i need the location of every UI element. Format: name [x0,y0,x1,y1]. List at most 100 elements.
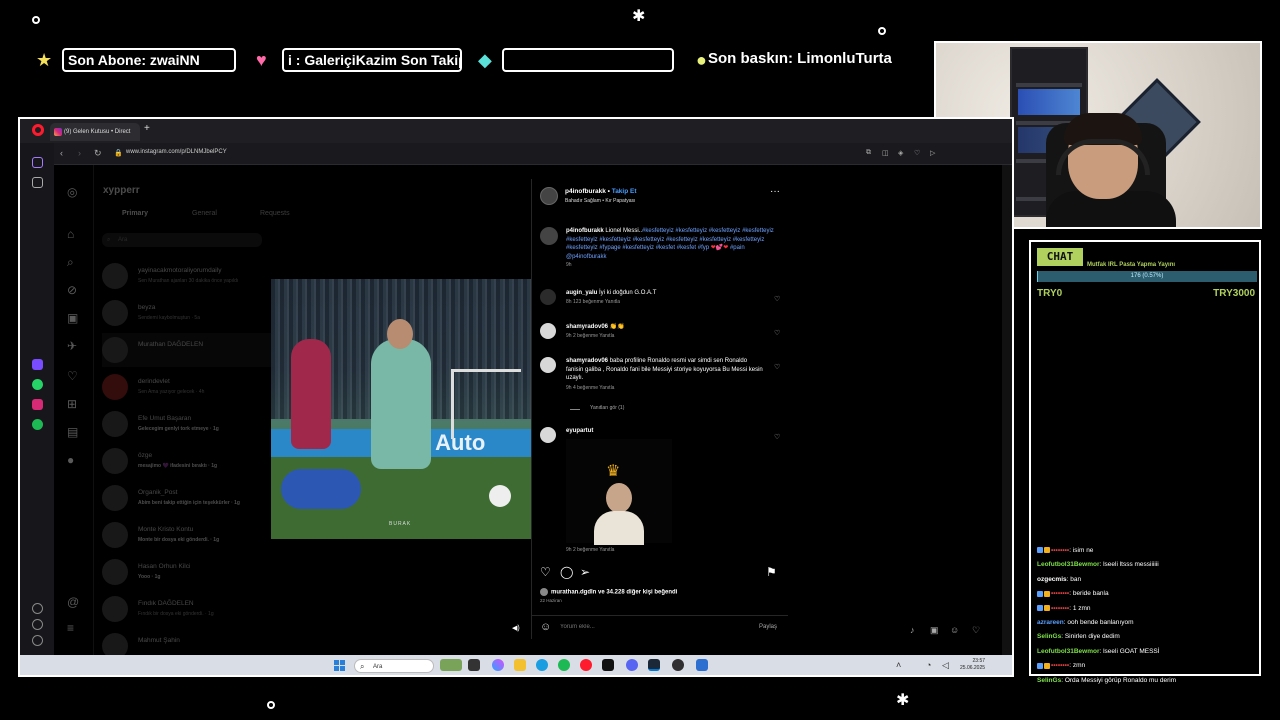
like-icon[interactable]: ♡ [774,433,780,441]
chat-message: ozgecmis: ban [1037,575,1082,583]
capcut-icon[interactable] [602,659,614,671]
captured-desktop: (9) Gelen Kutusu • Direct + ‹ › ↻ 🔒 www.… [18,117,1014,677]
bookmark-icon[interactable]: ⚑ [766,565,777,579]
goal-min: TRY0 [1037,288,1063,299]
mic-icon[interactable]: ♪ [910,625,915,635]
reload-icon[interactable]: ↻ [94,148,102,159]
football [489,485,511,507]
player-head [387,319,413,349]
star-icon: ★ [36,50,53,70]
like-icon[interactable]: ♡ [540,565,551,579]
chevron-up-icon[interactable]: ˄ [896,660,901,670]
star-icon[interactable] [32,177,43,188]
badge-icon [1044,662,1050,669]
like-icon[interactable]: ♡ [774,329,780,337]
file-explorer-icon[interactable] [514,659,526,671]
audio-track[interactable]: Bahadır Sağlam • Kır Papatyası [565,198,635,204]
avatar[interactable] [540,323,556,339]
new-tab-icon[interactable]: + [144,123,150,134]
image-icon[interactable]: ▣ [930,625,939,636]
fallen-player [281,469,361,509]
post-panel: p4inofburakk • Takip Et Bahadır Sağlam •… [531,179,788,639]
likes-count[interactable]: murathan.dgdln ve 34.228 diğer kişi beğe… [540,588,677,596]
taskbar-search[interactable]: ⌕ Ara [354,659,434,673]
heart-icon: ♥ [256,50,267,70]
like-icon[interactable]: ♡ [774,295,780,303]
opera-logo-icon[interactable] [32,124,44,136]
last-raid: Son baskın: LimonluTurta [708,50,892,67]
heart-icon[interactable]: ♡ [972,625,980,636]
windows-start-icon[interactable] [334,660,346,672]
chat-messages: ••••••••: isim ne Leofutbol31Bewmor: lse… [1037,544,1257,688]
chat-message: ••••••••: isim ne [1037,544,1257,558]
comment-image[interactable]: ♛ [566,439,672,545]
back-icon[interactable]: ‹ [60,148,63,158]
url-field[interactable]: www.instagram.com/p/DLNMJbelPCY [126,149,227,155]
sparkle-icon: ✱ [632,8,646,25]
widgets-icon[interactable] [440,659,462,671]
sticker-icon[interactable]: ☺ [950,625,959,635]
spotify-icon[interactable] [558,659,570,671]
more-options-icon[interactable]: ··· [770,186,780,197]
app-icon[interactable] [696,659,708,671]
edge-icon[interactable] [536,659,548,671]
copilot-icon[interactable] [492,659,504,671]
view-replies-button[interactable]: Yanıtları gör (1) [590,405,624,411]
obs-icon[interactable] [672,659,684,671]
avatar[interactable] [540,289,556,305]
chat-message: SelinGs: Orda Messiyi görüp Ronaldo mu d… [1037,676,1177,684]
settings-icon[interactable] [32,635,43,646]
aria-icon[interactable] [32,359,43,370]
gem-icon: ◆ [478,50,492,70]
address-bar: ‹ › ↻ 🔒 www.instagram.com/p/DLNMJbelPCY … [20,143,1012,165]
shield-icon[interactable]: ◈ [898,149,903,157]
tab-instagram[interactable]: (9) Gelen Kutusu • Direct [50,123,140,141]
goal-max: TRY3000 [1213,288,1255,299]
meme-body [594,511,644,545]
steam-icon[interactable] [648,659,660,671]
share-icon[interactable]: ➢ [580,565,590,579]
spotify-icon[interactable] [32,419,43,430]
overlay-dot [267,701,275,709]
heart-icon[interactable]: ♡ [914,149,920,157]
hearts: ❤💕❤ [710,245,729,252]
mute-icon[interactable]: ◀) [512,624,520,632]
forward-icon[interactable]: › [78,148,81,158]
author-avatar[interactable] [540,227,558,245]
comment-icon[interactable]: ◯ [560,565,573,579]
like-icon[interactable]: ♡ [774,363,780,371]
author-avatar[interactable] [540,187,558,205]
play-icon[interactable]: ▷ [930,149,935,157]
home-icon[interactable] [32,157,43,168]
whatsapp-icon[interactable] [32,379,43,390]
follow-button[interactable]: Takip Et [612,188,637,195]
camera-icon[interactable]: ◫ [882,149,889,157]
goalpost [451,369,521,439]
instagram-icon[interactable] [32,399,43,410]
task-view-icon[interactable] [468,659,480,671]
post-actions: ♡ ◯ ➢ ⚑ [540,565,780,579]
search-icon: ⌕ [360,662,365,671]
chat-message: Leofutbol31Bewmor: lseeli ltsss messiiii… [1037,561,1159,569]
avatar[interactable] [540,427,556,443]
post-comment-button[interactable]: Paylaş [759,624,777,630]
heart-icon[interactable] [32,603,43,614]
network-icon[interactable]: ◔ [926,660,931,670]
avatar[interactable] [540,357,556,373]
comment-input[interactable] [560,624,740,630]
taskbar-clock[interactable]: 23:57 25.06.2025 [960,658,985,672]
share-icon[interactable]: ⧉ [866,149,871,157]
opera-icon[interactable] [580,659,592,671]
volume-icon[interactable]: ◁ [942,660,949,671]
donation-goal-value: 176 (0.57%) [1130,273,1164,279]
overlay-dot [32,16,40,24]
post-video[interactable]: Audi Auto BURAK [271,279,531,539]
chat-message: SelinGs: Sinirlen diye dedim [1037,633,1120,641]
player-messi [371,339,431,469]
emoji-icon[interactable]: ☺ [540,621,551,633]
discord-icon[interactable] [626,659,638,671]
chat-message: ••••••••: 1 zmn [1037,602,1257,616]
video-watermark: BURAK [389,521,412,527]
chat-title: CHAT [1037,248,1083,266]
history-icon[interactable] [32,619,43,630]
